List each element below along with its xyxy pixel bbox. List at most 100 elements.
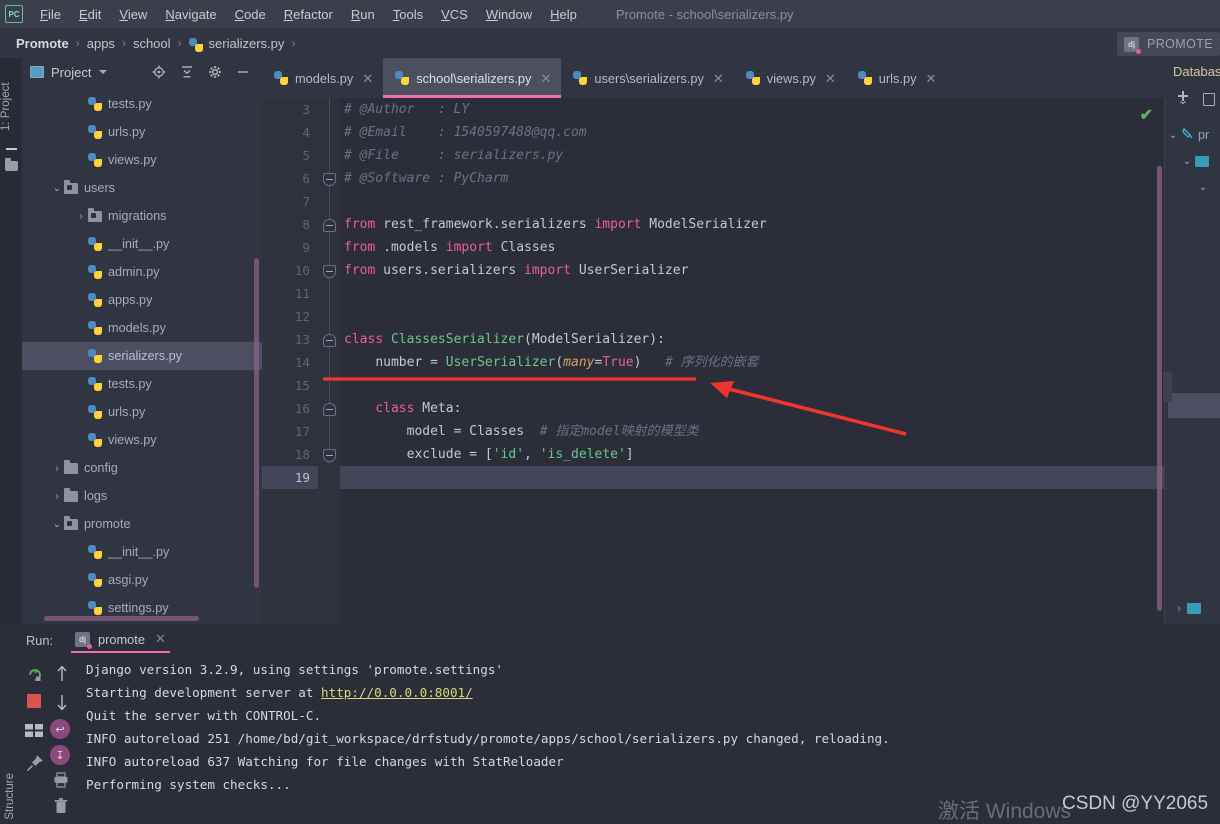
console-link[interactable]: http://0.0.0.0:8001/ <box>321 685 473 700</box>
editor-tab-school-serializers-py[interactable]: school\serializers.py ✕ <box>383 58 562 98</box>
tree-item-urls-py[interactable]: urls.py <box>22 398 262 426</box>
breadcrumb-item-school[interactable]: school <box>133 36 171 51</box>
code-line-8[interactable]: from rest_framework.serializers import M… <box>340 213 1165 236</box>
editor-scrollbar-vertical[interactable] <box>1157 166 1162 611</box>
collapse-all-icon[interactable] <box>180 65 194 79</box>
breadcrumb-item-apps[interactable]: apps <box>87 36 115 51</box>
fold-marker[interactable] <box>323 219 336 232</box>
scroll-to-end-icon[interactable]: ↧ <box>50 745 70 765</box>
tree-item-tests-py[interactable]: tests.py <box>22 90 262 118</box>
menu-item-vcs[interactable]: VCS <box>432 4 477 25</box>
fold-marker[interactable] <box>323 334 336 347</box>
tree-item-apps-py[interactable]: apps.py <box>22 286 262 314</box>
tree-item-views-py[interactable]: views.py <box>22 146 262 174</box>
tree-item-admin-py[interactable]: admin.py <box>22 258 262 286</box>
chevron-right-icon[interactable]: › <box>50 463 64 474</box>
breadcrumb-item-file[interactable]: serializers.py <box>209 36 285 51</box>
chevron-down-icon[interactable]: ⌄ <box>1165 130 1181 141</box>
menu-item-view[interactable]: View <box>110 4 156 25</box>
tree-item-logs[interactable]: › logs <box>22 482 262 510</box>
copy-icon[interactable] <box>1203 93 1215 106</box>
tree-item---init---py[interactable]: __init__.py <box>22 538 262 566</box>
fold-marker[interactable] <box>323 449 336 462</box>
tree-item-config[interactable]: › config <box>22 454 262 482</box>
database-tree-row[interactable]: ⌄ <box>1165 174 1220 200</box>
project-tree-scrollbar-vertical[interactable] <box>254 258 259 588</box>
chevron-down-icon[interactable]: ⌄ <box>1195 182 1211 193</box>
project-tree-scrollbar-horizontal[interactable] <box>44 616 199 621</box>
menu-item-tools[interactable]: Tools <box>384 4 432 25</box>
trash-icon[interactable] <box>54 798 72 816</box>
chevron-right-icon[interactable]: › <box>1171 603 1187 614</box>
stop-icon[interactable] <box>27 694 45 712</box>
minimize-icon[interactable] <box>236 65 250 79</box>
menu-item-run[interactable]: Run <box>342 4 384 25</box>
code-line-19[interactable] <box>340 466 1220 489</box>
run-tab-promote[interactable]: dj promote ✕ <box>71 627 170 653</box>
tree-item-urls-py[interactable]: urls.py <box>22 118 262 146</box>
inspection-ok-icon[interactable]: ✔ <box>1140 105 1153 125</box>
editor-tab-urls-py[interactable]: urls.py ✕ <box>846 58 947 98</box>
tree-item-asgi-py[interactable]: asgi.py <box>22 566 262 594</box>
code-line-14[interactable]: number = UserSerializer(many=True) # 序列化… <box>340 351 1165 374</box>
chevron-right-icon[interactable]: › <box>74 211 88 222</box>
folder-icon[interactable] <box>5 158 18 171</box>
database-tree-row[interactable]: › <box>1171 595 1201 621</box>
scroll-down-icon[interactable] <box>54 693 72 711</box>
menu-item-file[interactable]: File <box>31 4 70 25</box>
menu-item-help[interactable]: Help <box>541 4 586 25</box>
menu-item-refactor[interactable]: Refactor <box>275 4 342 25</box>
tree-item-tests-py[interactable]: tests.py <box>22 370 262 398</box>
code-line-10[interactable]: from users.serializers import UserSerial… <box>340 259 1165 282</box>
database-tree[interactable]: ⌄ pr ⌄ ⌄ <box>1165 122 1220 200</box>
fold-marker[interactable] <box>323 265 336 278</box>
code-line-6[interactable]: # @Software : PyCharm <box>340 167 1165 190</box>
sidebar-tab-structure[interactable]: Structure <box>4 773 16 820</box>
code-line-3[interactable]: # @Author : LY <box>340 98 1165 121</box>
tree-item-serializers-py[interactable]: serializers.py <box>22 342 262 370</box>
editor-tab-models-py[interactable]: models.py ✕ <box>262 58 383 98</box>
code-line-9[interactable]: from .models import Classes <box>340 236 1165 259</box>
chevron-down-icon[interactable]: ⌄ <box>1179 156 1195 167</box>
locate-icon[interactable] <box>152 65 166 79</box>
pin-icon[interactable] <box>26 754 44 772</box>
soft-wrap-button[interactable]: ↩ <box>50 719 70 739</box>
layout-icon[interactable] <box>25 724 43 742</box>
tree-item-views-py[interactable]: views.py <box>22 426 262 454</box>
code-line-16[interactable]: class Meta: <box>340 397 1165 420</box>
close-icon[interactable]: ✕ <box>362 72 373 85</box>
close-icon[interactable]: ✕ <box>540 72 551 85</box>
tree-item-users[interactable]: ⌄ users <box>22 174 262 202</box>
soft-wrap-icon[interactable]: ↩ <box>50 719 70 739</box>
chevron-down-icon[interactable]: ⌄ <box>50 519 64 530</box>
close-icon[interactable]: ✕ <box>925 72 936 85</box>
tree-item---init---py[interactable]: __init__.py <box>22 230 262 258</box>
code-line-7[interactable] <box>340 190 1165 213</box>
tree-item-models-py[interactable]: models.py <box>22 314 262 342</box>
code-line-4[interactable]: # @Email : 1540597488@qq.com <box>340 121 1165 144</box>
tree-item-migrations[interactable]: › migrations <box>22 202 262 230</box>
menu-item-navigate[interactable]: Navigate <box>156 4 225 25</box>
chevron-down-icon[interactable]: ⌄ <box>50 183 64 194</box>
project-file-tree[interactable]: tests.py urls.py views.py ⌄ users › migrations… <box>22 90 262 624</box>
fold-marker[interactable] <box>323 403 336 416</box>
database-tree-row[interactable]: ⌄ <box>1165 148 1220 174</box>
tree-item-promote[interactable]: ⌄ promote <box>22 510 262 538</box>
chevron-down-icon[interactable] <box>99 70 108 74</box>
close-icon[interactable]: ✕ <box>825 72 836 85</box>
database-tree-row[interactable]: ⌄ pr <box>1165 122 1220 148</box>
code-line-12[interactable] <box>340 305 1165 328</box>
print-icon[interactable] <box>53 772 71 790</box>
code-editor-content[interactable]: # @Author : LY # @Email : 1540597488@qq.c… <box>340 98 1220 624</box>
breadcrumb-item-project[interactable]: Promote <box>16 36 69 51</box>
code-line-15[interactable] <box>340 374 1165 397</box>
editor-tab-users-serializers-py[interactable]: users\serializers.py ✕ <box>561 58 733 98</box>
run-configuration-selector[interactable]: dj PROMOTE <box>1117 32 1220 56</box>
code-line-18[interactable]: exclude = ['id', 'is_delete'] <box>340 443 1165 466</box>
code-line-13[interactable]: class ClassesSerializer(ModelSerializer)… <box>340 328 1165 351</box>
menu-item-window[interactable]: Window <box>477 4 541 25</box>
code-line-5[interactable]: # @File : serializers.py <box>340 144 1165 167</box>
database-selected-row[interactable] <box>1168 393 1220 418</box>
chevron-right-icon[interactable]: › <box>50 491 64 502</box>
code-line-17[interactable]: model = Classes # 指定model映射的模型类 <box>340 420 1165 443</box>
